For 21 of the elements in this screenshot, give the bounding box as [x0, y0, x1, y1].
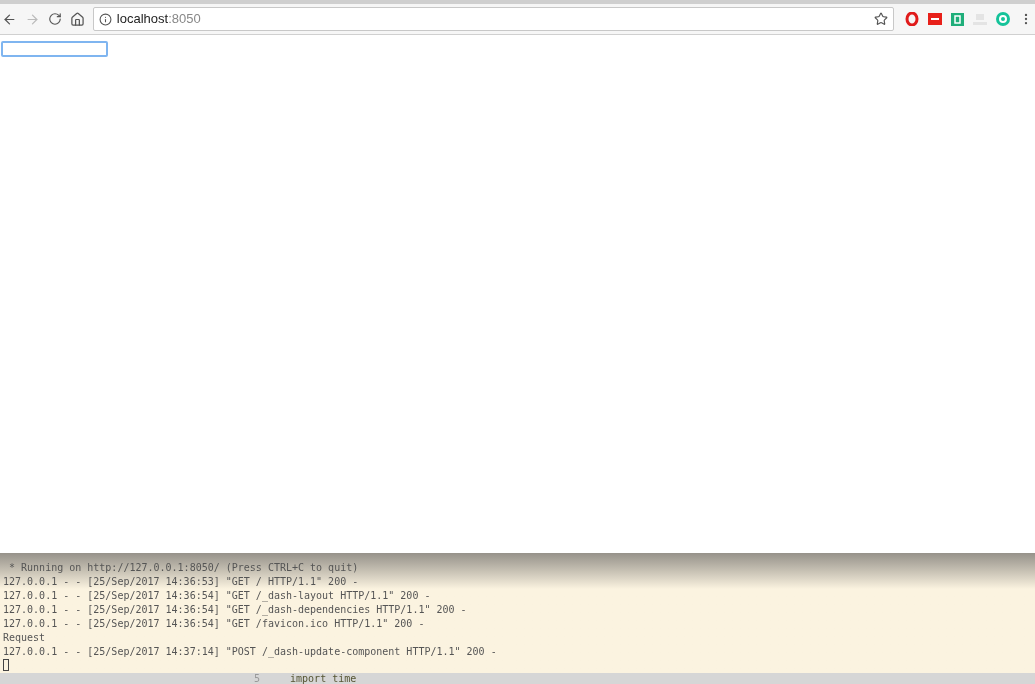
terminal-line: 127.0.0.1 - - [25/Sep/2017 14:37:14] "POST /_dash-update-component HTTP/1.1" 200 -: [3, 645, 498, 659]
line-number: 5: [254, 674, 261, 684]
extension-icon[interactable]: [928, 13, 942, 25]
info-icon: [98, 12, 112, 26]
terminal-line: 127.0.0.1 - - [25/Sep/2017 14:36:54] "GET /_dash-layout HTTP/1.1" 200 -: [3, 589, 432, 603]
terminal-line: Request: [3, 631, 47, 645]
back-icon[interactable]: [2, 11, 17, 27]
terminal-line: * Running on http://127.0.0.1:8050/ (Press CTRL+C to quit): [8, 561, 360, 575]
code-line: import time: [290, 674, 357, 684]
url-text: localhost:8050: [116, 10, 202, 29]
terminal-line: 127.0.0.1 - - [25/Sep/2017 14:36:54] "GET /favicon.ico HTTP/1.1" 200 -: [3, 617, 426, 631]
terminal-line: 127.0.0.1 - - [25/Sep/2017 14:36:54] "GET /_dash-dependencies HTTP/1.1" 200 -: [3, 603, 468, 617]
input-field[interactable]: [1, 41, 108, 57]
extension-icon[interactable]: [905, 12, 919, 26]
reload-icon[interactable]: [47, 12, 62, 26]
address-bar[interactable]: localhost:8050: [92, 7, 894, 31]
terminal-line: 127.0.0.1 - - [25/Sep/2017 14:36:53] "GET / HTTP/1.1" 200 -: [3, 575, 360, 589]
star-icon[interactable]: [874, 12, 888, 26]
extension-icon[interactable]: [951, 12, 964, 26]
home-icon[interactable]: [69, 11, 85, 27]
terminal-cursor: [3, 659, 9, 671]
